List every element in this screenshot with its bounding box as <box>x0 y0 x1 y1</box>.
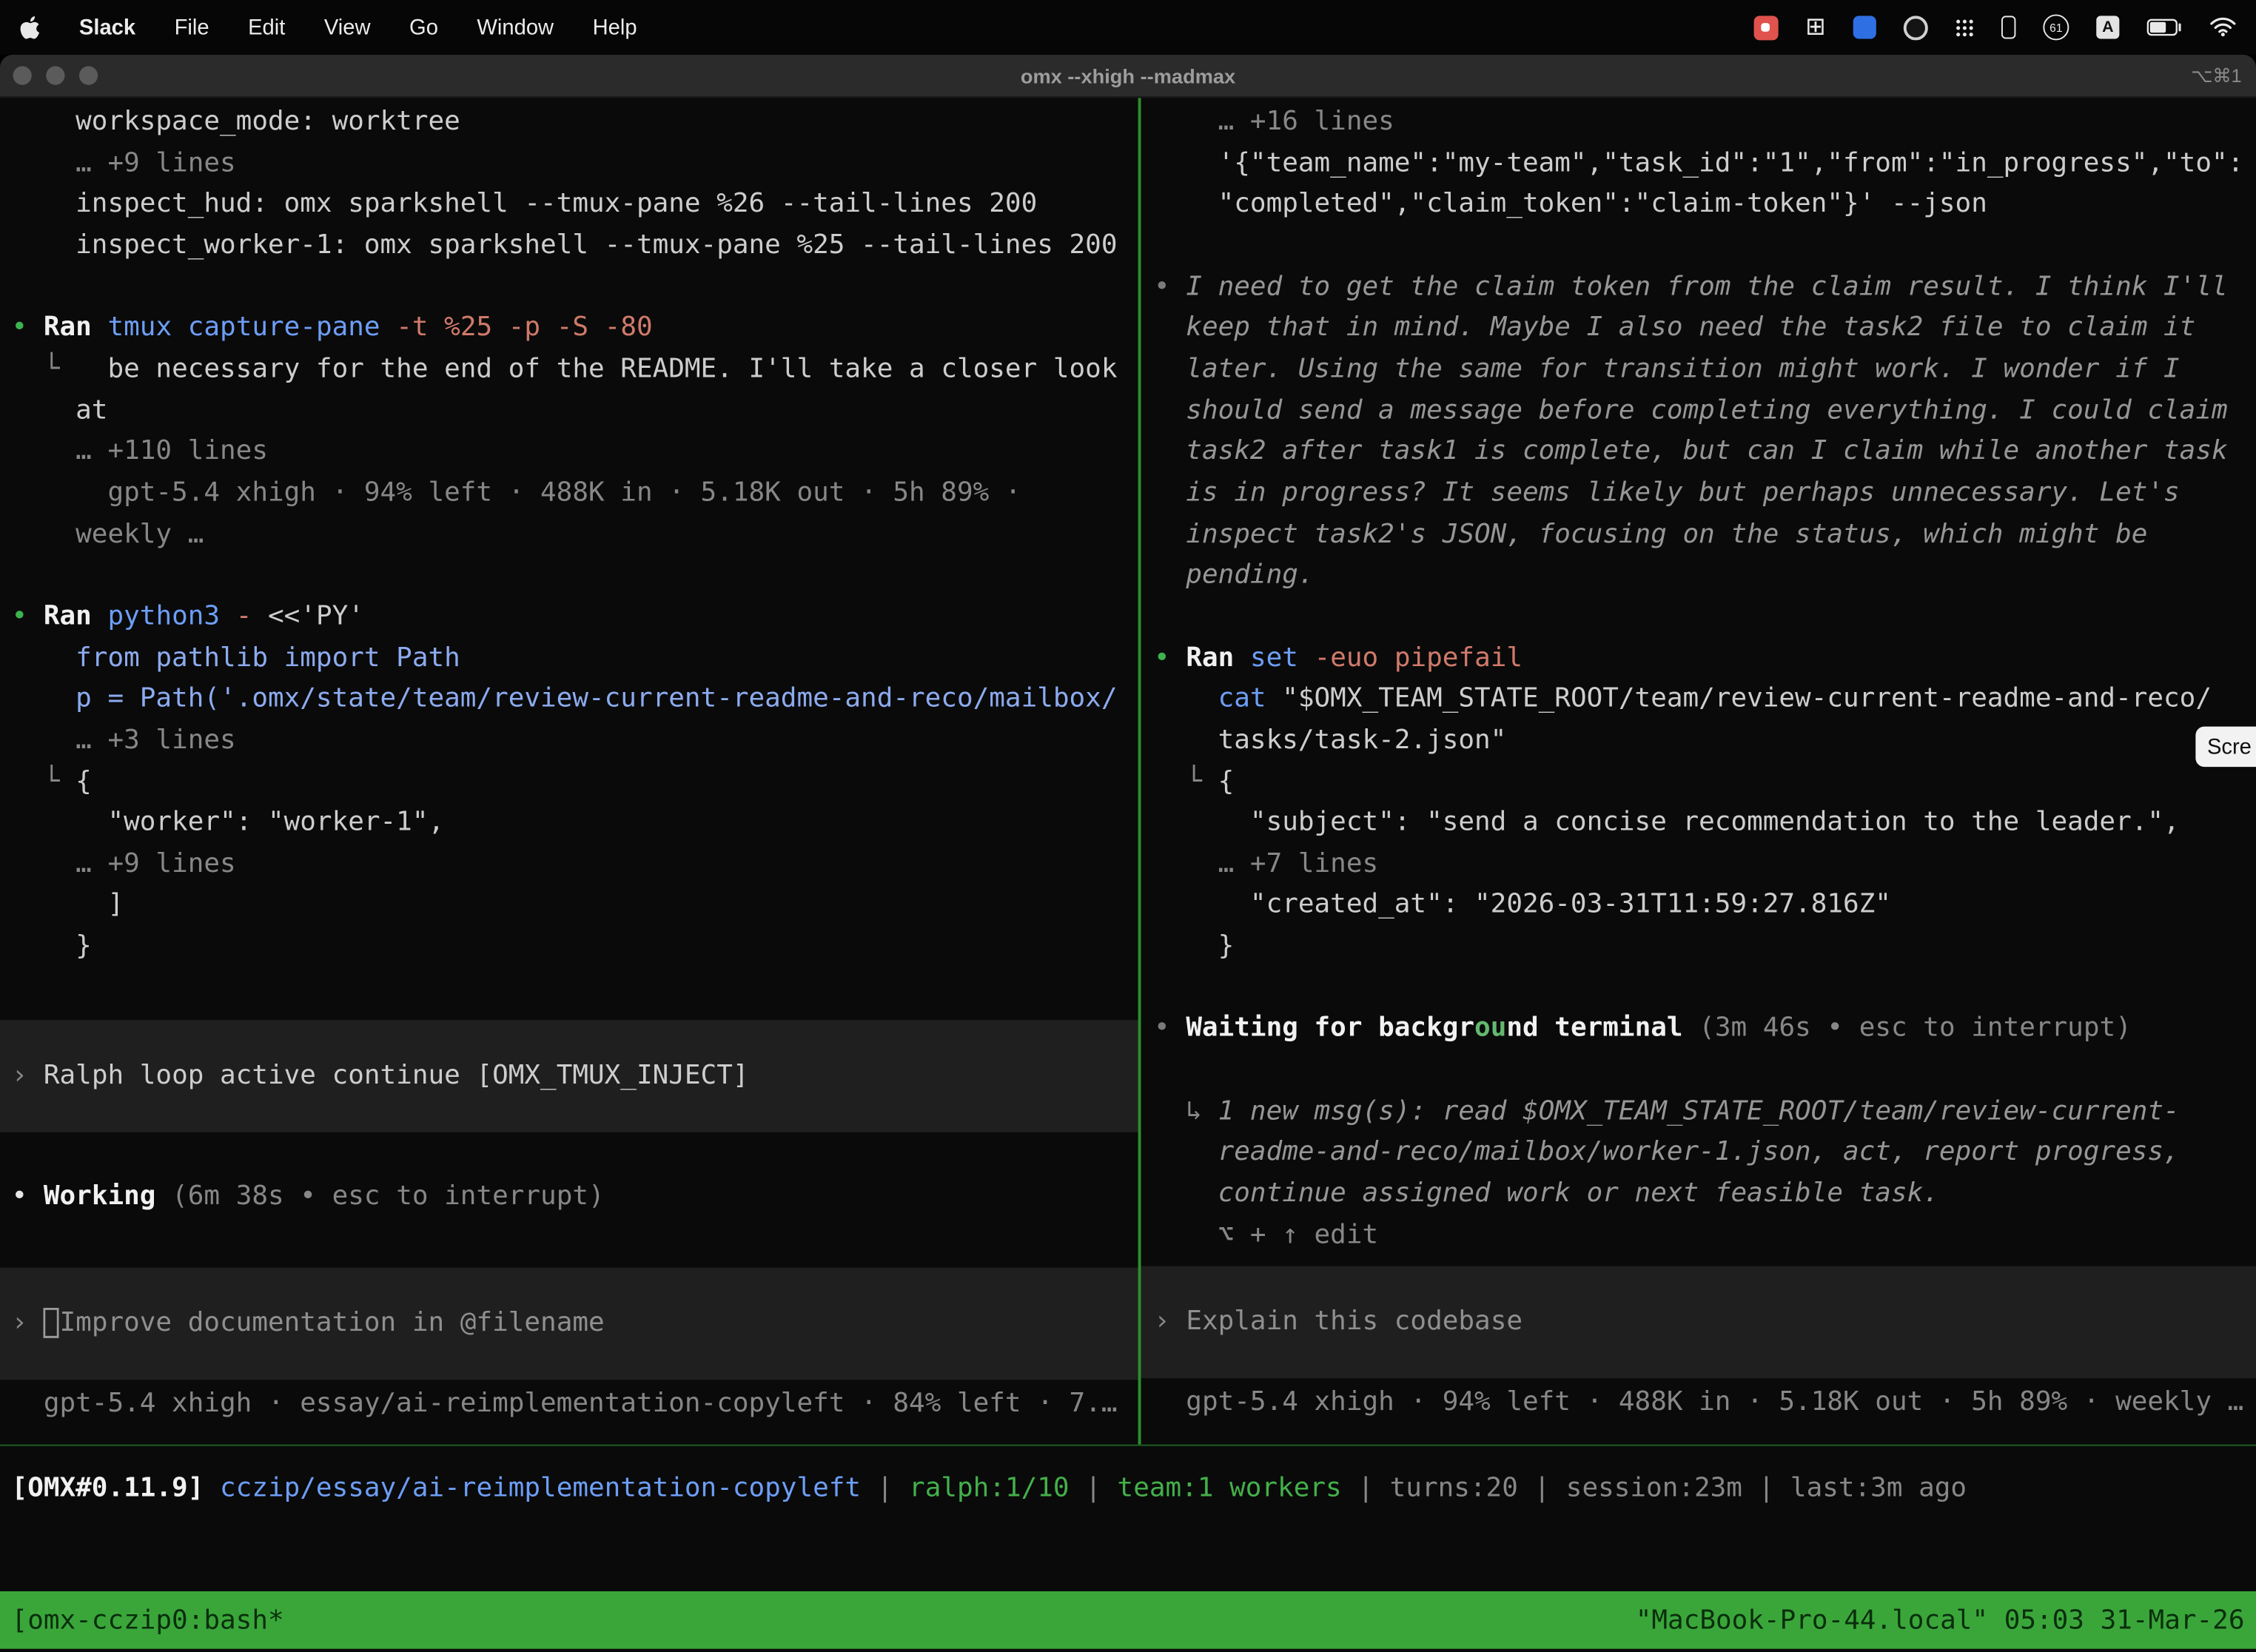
terminal-line: "worker": "worker-1", <box>0 803 1138 845</box>
terminal-line <box>1141 597 2256 638</box>
prompt-band[interactable]: › Improve documentation in @filename <box>0 1268 1138 1380</box>
terminal-content: workspace_mode: worktree … +9 lines insp… <box>0 98 2256 1444</box>
terminal-line: • Working (6m 38s • esc to interrupt) <box>0 1178 1138 1219</box>
terminal-line: readme-and-reco/mailbox/worker-1.json, a… <box>1141 1133 2256 1175</box>
terminal-line: p = Path('.omx/state/team/review-current… <box>0 679 1138 721</box>
terminal-line: at <box>0 391 1138 432</box>
terminal-line: └ { <box>1141 762 2256 803</box>
terminal-line: inspect task2's JSON, focusing on the st… <box>1141 514 2256 556</box>
wifi-icon[interactable] <box>2210 17 2236 37</box>
terminal-line: continue assigned work or next feasible … <box>1141 1174 2256 1215</box>
phone-mirroring-icon[interactable] <box>2001 16 2015 38</box>
terminal-line: └ { <box>0 762 1138 803</box>
screen-record-icon[interactable] <box>1753 15 1778 39</box>
terminal-line: cat "$OMX_TEAM_STATE_ROOT/team/review-cu… <box>1141 679 2256 721</box>
terminal-line: ↳ 1 new msg(s): read $OMX_TEAM_STATE_ROO… <box>1141 1092 2256 1133</box>
menu-go[interactable]: Go <box>409 15 438 39</box>
terminal-line: • I need to get the claim token from the… <box>1141 267 2256 309</box>
terminal-line: inspect_hud: omx sparkshell --tmux-pane … <box>0 184 1138 226</box>
tmux-host-clock: "MacBook-Pro-44.local" 05:03 31-Mar-26 <box>1636 1605 2245 1635</box>
terminal-line: inspect_worker-1: omx sparkshell --tmux-… <box>0 226 1138 267</box>
spacer <box>1141 1257 2256 1267</box>
terminal-line: should send a message before completing … <box>1141 391 2256 432</box>
terminal-line: gpt-5.4 xhigh · 94% left · 488K in · 5.1… <box>0 473 1138 514</box>
terminal-line <box>1141 226 2256 267</box>
spacer <box>0 1219 1138 1268</box>
terminal-line: } <box>0 927 1138 968</box>
terminal-line: … +3 lines <box>0 721 1138 762</box>
terminal-line <box>0 968 1138 1010</box>
terminal-line: ] <box>0 885 1138 927</box>
menu-help[interactable]: Help <box>593 15 637 39</box>
terminal-line: └ be necessary for the end of the README… <box>0 349 1138 391</box>
terminal-line: weekly … <box>0 514 1138 556</box>
terminal-line: … +9 lines <box>0 845 1138 886</box>
screenshot-toast[interactable]: Scre <box>2195 727 2256 767</box>
terminal-line <box>0 267 1138 309</box>
terminal-line: "subject": "send a concise recommendatio… <box>1141 803 2256 845</box>
terminal-line: • Ran set -euo pipefail <box>1141 638 2256 679</box>
terminal-line: task2 after task1 is complete, but can I… <box>1141 432 2256 474</box>
keyboard-layout-icon[interactable]: A <box>2096 16 2119 38</box>
terminal-line: pending. <box>1141 556 2256 597</box>
terminal-line <box>0 556 1138 597</box>
terminal-line: keep that in mind. Maybe I also need the… <box>1141 309 2256 350</box>
terminal-line: '{"team_name":"my-team","task_id":"1","f… <box>1141 144 2256 185</box>
percent-badge-icon[interactable]: 61 <box>2043 14 2069 40</box>
menu-view[interactable]: View <box>324 15 371 39</box>
terminal-line: later. Using the same for transition mig… <box>1141 349 2256 391</box>
terminal-line: tasks/task-2.json" <box>1141 721 2256 762</box>
tmux-status-bar: [omx-cczip0:bash* "MacBook-Pro-44.local"… <box>0 1591 2256 1649</box>
battery-icon[interactable] <box>2146 19 2183 36</box>
spacer <box>0 1010 1138 1021</box>
terminal-line: • Ran tmux capture-pane -t %25 -p -S -80 <box>0 309 1138 350</box>
terminal-line: workspace_mode: worktree <box>0 102 1138 144</box>
menu-window[interactable]: Window <box>477 15 554 39</box>
screen: Slack File Edit View Go Window Help ⊞ 61… <box>0 0 2256 1652</box>
terminal-line: gpt-5.4 xhigh · 94% left · 488K in · 5.1… <box>1141 1383 2256 1425</box>
terminal-line: from pathlib import Path <box>0 638 1138 679</box>
terminal-line: … +7 lines <box>1141 845 2256 886</box>
terminal-line <box>1141 1050 2256 1092</box>
terminal-line: [OMX#0.11.9] cczip/essay/ai-reimplementa… <box>0 1469 2256 1511</box>
terminal-line: … +9 lines <box>0 144 1138 185</box>
terminal-line: ⌥ + ↑ edit <box>1141 1215 2256 1257</box>
terminal-line <box>1141 968 2256 1010</box>
window-title: omx --xhigh --madmax <box>0 64 2256 87</box>
menu-file[interactable]: File <box>175 15 209 39</box>
terminal-line: } <box>1141 927 2256 968</box>
terminal-line: • Waiting for background terminal (3m 46… <box>1141 1010 2256 1051</box>
terminal-window: omx --xhigh --madmax ⌥⌘1 workspace_mode:… <box>0 55 2256 1652</box>
window-hotkey: ⌥⌘1 <box>2191 64 2241 87</box>
circle-app-icon[interactable] <box>1904 15 1928 39</box>
window-title-bar[interactable]: omx --xhigh --madmax ⌥⌘1 <box>0 55 2256 98</box>
terminal-line: "created_at": "2026-03-31T11:59:27.816Z" <box>1141 885 2256 927</box>
terminal-line: • Ran python3 - <<'PY' <box>0 597 1138 638</box>
spacer <box>0 1133 1138 1178</box>
tmux-pane-left[interactable]: workspace_mode: worktree … +9 lines insp… <box>0 98 1138 1444</box>
window-grid-icon[interactable]: ⊞ <box>1805 13 1826 41</box>
terminal-line: … +110 lines <box>0 432 1138 474</box>
menu-app-name[interactable]: Slack <box>79 15 135 39</box>
menu-bar: Slack File Edit View Go Window Help ⊞ 61… <box>0 0 2256 55</box>
omx-status-line: [OMX#0.11.9] cczip/essay/ai-reimplementa… <box>0 1446 2256 1591</box>
tmux-pane-right[interactable]: … +16 lines '{"team_name":"my-team","tas… <box>1141 98 2256 1444</box>
blue-app-icon[interactable] <box>1853 16 1876 38</box>
terminal-line: is in progress? It seems likely but perh… <box>1141 473 2256 514</box>
menu-status-icons: ⊞ 61 A <box>1753 13 2236 41</box>
prompt-band[interactable]: › Explain this codebase <box>1141 1266 2256 1379</box>
apple-menu-icon[interactable] <box>20 15 40 39</box>
tmux-session-label: [omx-cczip0:bash* <box>12 1605 284 1635</box>
prompt-band[interactable]: › Ralph loop active continue [OMX_TMUX_I… <box>0 1021 1138 1133</box>
menu-edit[interactable]: Edit <box>248 15 285 39</box>
terminal-line: … +16 lines <box>1141 102 2256 144</box>
terminal-line: gpt-5.4 xhigh · essay/ai-reimplementatio… <box>0 1384 1138 1426</box>
dots-grid-icon[interactable] <box>1955 18 1974 36</box>
terminal-line: "completed","claim_token":"claim-token"}… <box>1141 184 2256 226</box>
